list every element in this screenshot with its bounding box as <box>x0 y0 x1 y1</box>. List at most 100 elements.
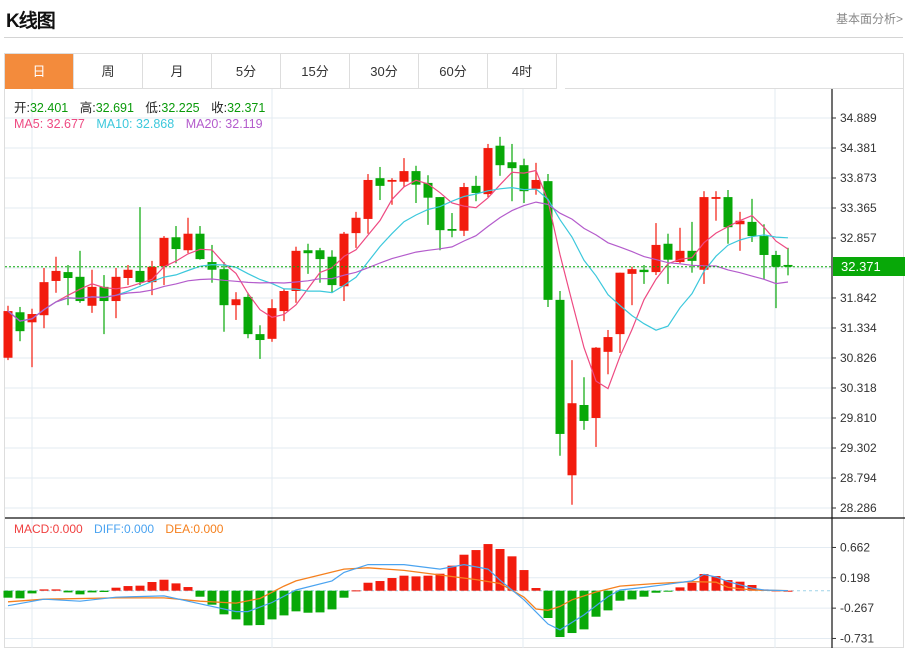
macd-bar <box>639 590 649 597</box>
candle <box>771 250 781 309</box>
candle <box>183 217 193 254</box>
candle <box>243 292 253 339</box>
macd-bar <box>663 590 673 592</box>
candle <box>291 246 301 303</box>
ma-legend: MA5: 32.677 MA10: 32.868 MA20: 32.119 <box>14 117 271 131</box>
candle-body <box>459 187 469 231</box>
candle <box>327 250 337 293</box>
candle <box>723 189 733 244</box>
candle-body <box>483 148 493 195</box>
candle <box>483 143 493 198</box>
macd-bar <box>51 589 61 591</box>
macd-bar <box>87 590 97 593</box>
candle <box>663 233 673 284</box>
macd-bar <box>651 590 661 593</box>
candle <box>267 299 277 342</box>
y-tick-label: 32.857 <box>840 231 877 245</box>
candle-body <box>243 296 253 335</box>
macd-bar <box>543 590 553 619</box>
macd-bar <box>363 582 373 591</box>
candle <box>99 275 109 335</box>
candle-body <box>291 250 301 291</box>
candle-body <box>759 236 769 255</box>
y-tick-label: 33.365 <box>840 201 877 215</box>
candle <box>399 158 409 188</box>
candle <box>171 226 181 264</box>
candle-body <box>723 197 733 228</box>
candle-body <box>783 264 793 267</box>
candle <box>711 191 721 221</box>
macd-bar <box>291 590 301 612</box>
candle <box>39 267 49 329</box>
candle-body <box>183 233 193 251</box>
candle-body <box>387 179 397 182</box>
macd-bar <box>159 579 169 591</box>
macd-bar <box>675 587 685 591</box>
macd-bar <box>531 588 541 591</box>
candle-body <box>579 404 589 421</box>
y-tick-label: 31.334 <box>840 321 877 335</box>
candle-body <box>687 250 697 261</box>
macd-bar <box>75 590 85 595</box>
candle-body <box>171 237 181 250</box>
macd-bar <box>267 590 277 620</box>
candle-body <box>231 299 241 306</box>
macd-bar <box>603 590 613 611</box>
candle <box>363 174 373 234</box>
macd-y-tick-label: 0.198 <box>840 571 870 585</box>
candle <box>219 262 229 332</box>
candle <box>567 360 577 505</box>
macd-bar <box>387 578 397 591</box>
candle-body <box>447 228 457 231</box>
close-value: 32.371 <box>227 101 266 115</box>
macd-bar <box>423 575 433 591</box>
candle <box>591 347 601 447</box>
candle <box>459 182 469 237</box>
candle <box>279 289 289 322</box>
close-label: 收: <box>211 101 228 115</box>
candle-body <box>3 311 13 358</box>
macd-bar <box>495 549 505 591</box>
ma5-line <box>7 169 789 390</box>
macd-bar <box>483 544 493 591</box>
high-label: 高: <box>79 101 96 115</box>
macd-bar <box>687 582 697 591</box>
candle-body <box>507 162 517 169</box>
candle-body <box>399 171 409 182</box>
open-value: 32.401 <box>29 101 69 115</box>
candle <box>51 256 61 293</box>
macd-y-tick-label: 0.662 <box>840 540 870 554</box>
macd-bar <box>123 586 133 591</box>
candle <box>87 269 97 313</box>
candle <box>447 213 457 238</box>
y-tick-label: 30.826 <box>840 351 877 365</box>
candle-body <box>519 165 529 192</box>
low-label: 低: <box>145 101 162 115</box>
candle-body <box>495 145 505 166</box>
candle-body <box>303 250 313 254</box>
macd-bar <box>435 573 445 591</box>
macd-y-tick-label: -0.731 <box>840 631 874 645</box>
macd-bar <box>3 590 13 598</box>
macd-value: MACD:0.000 <box>14 522 83 536</box>
macd-bar <box>327 590 337 610</box>
candle <box>615 272 625 354</box>
candle <box>735 211 745 251</box>
candle <box>255 325 265 359</box>
candle-body <box>747 221 757 237</box>
ma10-value: MA10: 32.868 <box>96 117 175 131</box>
macd-bar <box>147 582 157 591</box>
candle-body <box>159 237 169 267</box>
candle <box>339 231 349 302</box>
candle <box>495 136 505 176</box>
y-tick-label: 28.794 <box>840 471 877 485</box>
candle <box>15 306 25 342</box>
candle <box>75 250 85 303</box>
candle <box>627 266 637 306</box>
candle-body <box>51 270 61 281</box>
y-tick-label: 29.810 <box>840 411 877 425</box>
macd-bar <box>63 590 73 593</box>
candle <box>303 243 313 274</box>
y-tick-label: 34.889 <box>840 111 877 125</box>
macd-legend: MACD:0.000 DIFF:0.000 DEA:0.000 <box>14 522 231 536</box>
